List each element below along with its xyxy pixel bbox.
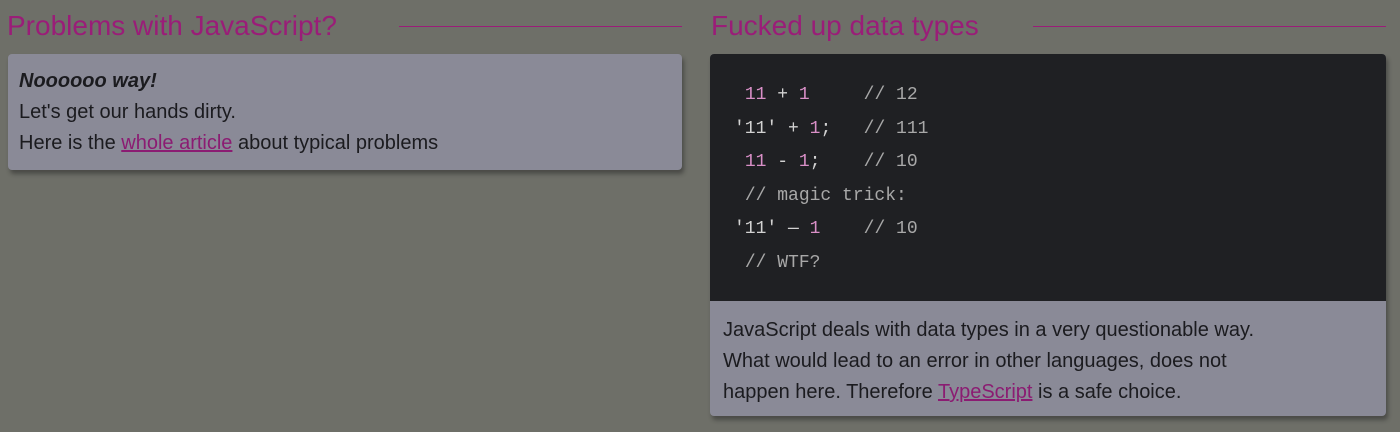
code-comment: // 10 [863,152,918,173]
code-line: 11 - 1; // 10 [744,152,918,173]
code-number: 1 [798,152,810,173]
title-divider-left [399,26,682,27]
code-number: 11 [744,152,767,173]
code-number: 1 [798,85,810,105]
code-line: // WTF? [734,247,1386,281]
description-line-3: happen here. Therefore TypeScript is a s… [723,377,1373,408]
intro-text: Let's get our hands dirty. [19,101,236,123]
data-types-description: JavaScript deals with data types in a ve… [710,301,1386,408]
article-line-suffix: about typical problems [232,132,439,154]
problems-card: Noooooo way! Let's get our hands dirty. … [8,54,682,170]
code-comment: // magic trick: [744,185,907,206]
code-comment: // WTF? [744,252,821,273]
code-block: 11 + 1 // 12 '11' + 1; // 111 11 - 1; // … [710,54,1386,301]
section-title-data-types: Fucked up data types [711,10,979,41]
article-line-prefix: Here is the [19,132,122,154]
problems-card-body: Noooooo way! Let's get our hands dirty. … [19,66,671,159]
code-comment: // 10 [863,219,918,240]
data-types-card: 11 + 1 // 12 '11' + 1; // 111 11 - 1; // … [710,54,1386,416]
code-line: 11 + 1 // 12 [744,85,918,105]
description-line-3-prefix: happen here. Therefore [723,381,938,403]
title-divider-right [1033,26,1386,27]
whole-article-link[interactable]: whole article [121,132,232,154]
section-title-problems: Problems with JavaScript? [7,10,337,41]
description-line-2: What would lead to an error in other lan… [723,350,1227,372]
description-line-1: JavaScript deals with data types in a ve… [723,319,1255,341]
description-line-3-suffix: is a safe choice. [1032,381,1182,403]
code-line: // magic trick: [734,180,1386,214]
code-number: 1 [809,219,821,240]
code-comment: // 12 [863,85,918,105]
code-line: '11' + 1; // 111 [734,118,929,139]
code-comment: // 111 [863,118,929,139]
code-number: 1 [809,118,821,139]
article-line: Here is the whole article about typical … [19,128,671,159]
code-line: '11' — 1 // 10 [734,219,918,240]
emphasis-text: Noooooo way! [19,70,157,92]
typescript-link[interactable]: TypeScript [938,381,1032,403]
code-number: 11 [744,85,767,105]
